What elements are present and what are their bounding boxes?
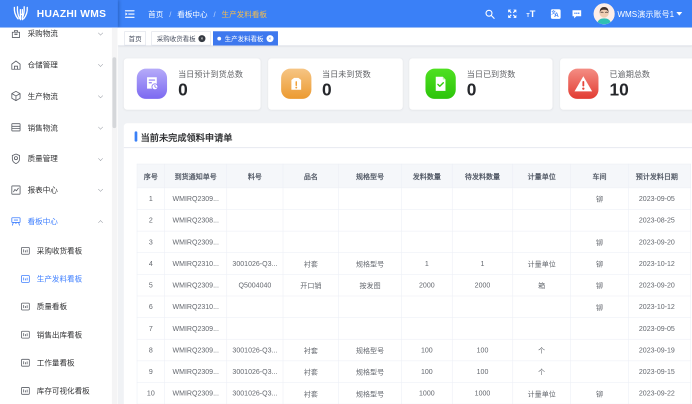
- svg-text:文: 文: [551, 9, 556, 16]
